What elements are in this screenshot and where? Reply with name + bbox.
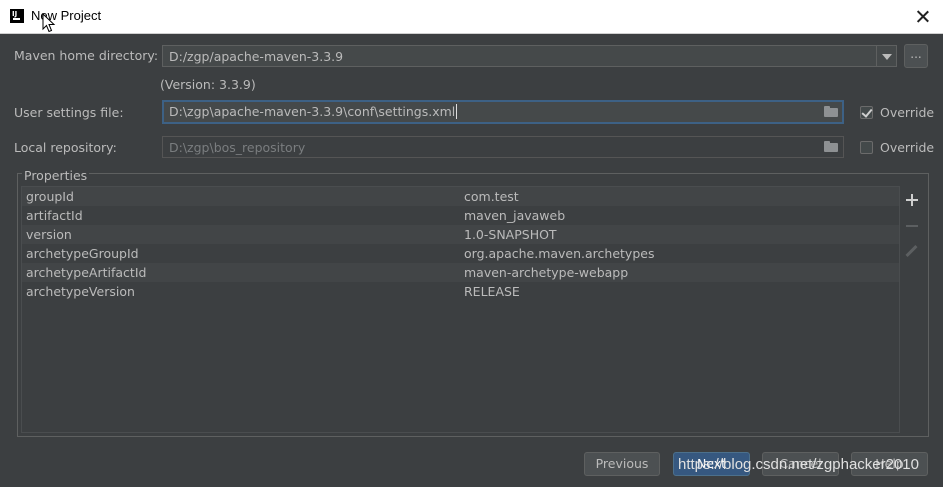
previous-button[interactable]: Previous bbox=[584, 452, 660, 476]
property-value[interactable]: RELEASE bbox=[464, 282, 520, 301]
repo-override-checkbox[interactable] bbox=[860, 141, 873, 154]
user-settings-label: User settings file: bbox=[14, 105, 124, 120]
property-value[interactable]: org.apache.maven.archetypes bbox=[464, 244, 654, 263]
table-row[interactable]: archetypeGroupId org.apache.maven.archet… bbox=[22, 244, 899, 263]
intellij-app-icon: IJ bbox=[10, 9, 24, 23]
user-settings-value: D:\zgp\apache-maven-3.3.9\conf\settings.… bbox=[169, 104, 456, 119]
property-key: version bbox=[26, 227, 72, 242]
settings-override-label[interactable]: Override bbox=[880, 105, 934, 120]
close-icon[interactable] bbox=[911, 5, 935, 29]
property-value[interactable]: 1.0-SNAPSHOT bbox=[464, 225, 557, 244]
mouse-pointer-icon bbox=[42, 13, 56, 33]
properties-table: groupId com.test artifactId maven_javawe… bbox=[21, 186, 900, 433]
property-key: archetypeVersion bbox=[26, 284, 135, 299]
folder-icon[interactable] bbox=[824, 141, 838, 152]
remove-icon[interactable] bbox=[906, 225, 918, 227]
folder-icon[interactable] bbox=[824, 106, 838, 117]
local-repository-field[interactable]: D:\zgp\bos_repository bbox=[162, 136, 844, 158]
property-value[interactable]: maven_javaweb bbox=[464, 206, 565, 225]
property-key: groupId bbox=[26, 189, 74, 204]
settings-override-checkbox[interactable] bbox=[860, 106, 873, 119]
chevron-down-icon[interactable] bbox=[876, 45, 896, 67]
table-row[interactable]: archetypeVersion RELEASE bbox=[22, 282, 899, 301]
add-icon[interactable] bbox=[906, 194, 918, 206]
table-row[interactable]: archetypeArtifactId maven-archetype-weba… bbox=[22, 263, 899, 282]
browse-button[interactable]: ... bbox=[904, 44, 928, 68]
user-settings-field[interactable]: D:\zgp\apache-maven-3.3.9\conf\settings.… bbox=[162, 100, 844, 124]
properties-toolbar bbox=[900, 186, 925, 433]
property-key: archetypeArtifactId bbox=[26, 265, 147, 280]
property-value[interactable]: maven-archetype-webapp bbox=[464, 263, 628, 282]
properties-title: Properties bbox=[22, 168, 90, 183]
property-key: artifactId bbox=[26, 208, 83, 223]
property-key: archetypeGroupId bbox=[26, 246, 139, 261]
property-value[interactable]: com.test bbox=[464, 187, 519, 206]
table-row[interactable]: groupId com.test bbox=[22, 187, 899, 206]
title-bar: IJ New Project bbox=[0, 0, 943, 34]
table-row[interactable]: artifactId maven_javaweb bbox=[22, 206, 899, 225]
maven-version-text: (Version: 3.3.9) bbox=[160, 77, 256, 92]
repo-override-label[interactable]: Override bbox=[880, 140, 934, 155]
maven-home-combobox[interactable]: D:/zgp/apache-maven-3.3.9 bbox=[162, 45, 897, 67]
table-row[interactable]: version 1.0-SNAPSHOT bbox=[22, 225, 899, 244]
local-repository-label: Local repository: bbox=[14, 140, 117, 155]
maven-home-label: Maven home directory: bbox=[14, 48, 159, 63]
edit-icon[interactable] bbox=[905, 244, 918, 258]
watermark-text: https://blog.csdn.net/zgphacker2010 bbox=[678, 456, 919, 473]
